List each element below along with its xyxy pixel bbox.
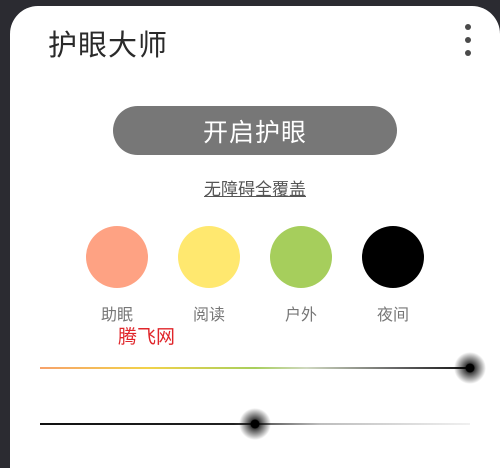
enable-eye-protection-button[interactable]: 开启护眼 (113, 106, 397, 155)
brightness-thumb[interactable] (239, 408, 271, 440)
brightness-slider[interactable] (40, 404, 470, 444)
mode-sleep-swatch[interactable] (86, 226, 148, 288)
app-title: 护眼大师 (48, 28, 169, 62)
mode-reading[interactable]: 阅读 (178, 226, 240, 325)
filter-strength-track[interactable] (40, 367, 470, 369)
mode-outdoor-label: 户外 (284, 305, 317, 324)
main-panel: 护眼大师 开启护眼 无障碍全覆盖 助眠 阅读 户外 夜间 腾飞网 (10, 6, 500, 468)
mode-night-label: 夜间 (376, 305, 409, 324)
mode-night[interactable]: 夜间 (362, 226, 424, 325)
more-dot (465, 37, 471, 43)
more-vert-icon[interactable] (458, 24, 478, 56)
more-dot (465, 50, 471, 56)
mode-night-swatch[interactable] (362, 226, 424, 288)
mode-outdoor[interactable]: 户外 (270, 226, 332, 325)
mode-outdoor-swatch[interactable] (270, 226, 332, 288)
mode-sleep[interactable]: 助眠 (86, 226, 148, 325)
filter-strength-slider[interactable] (40, 348, 486, 388)
mode-reading-label: 阅读 (192, 305, 225, 324)
mode-reading-swatch[interactable] (178, 226, 240, 288)
accessibility-overlay-link[interactable]: 无障碍全覆盖 (204, 180, 306, 200)
overlay-link-row: 无障碍全覆盖 (10, 175, 500, 200)
filter-strength-thumb[interactable] (454, 352, 486, 384)
more-dot (465, 24, 471, 30)
watermark-text: 腾飞网 (118, 326, 176, 348)
